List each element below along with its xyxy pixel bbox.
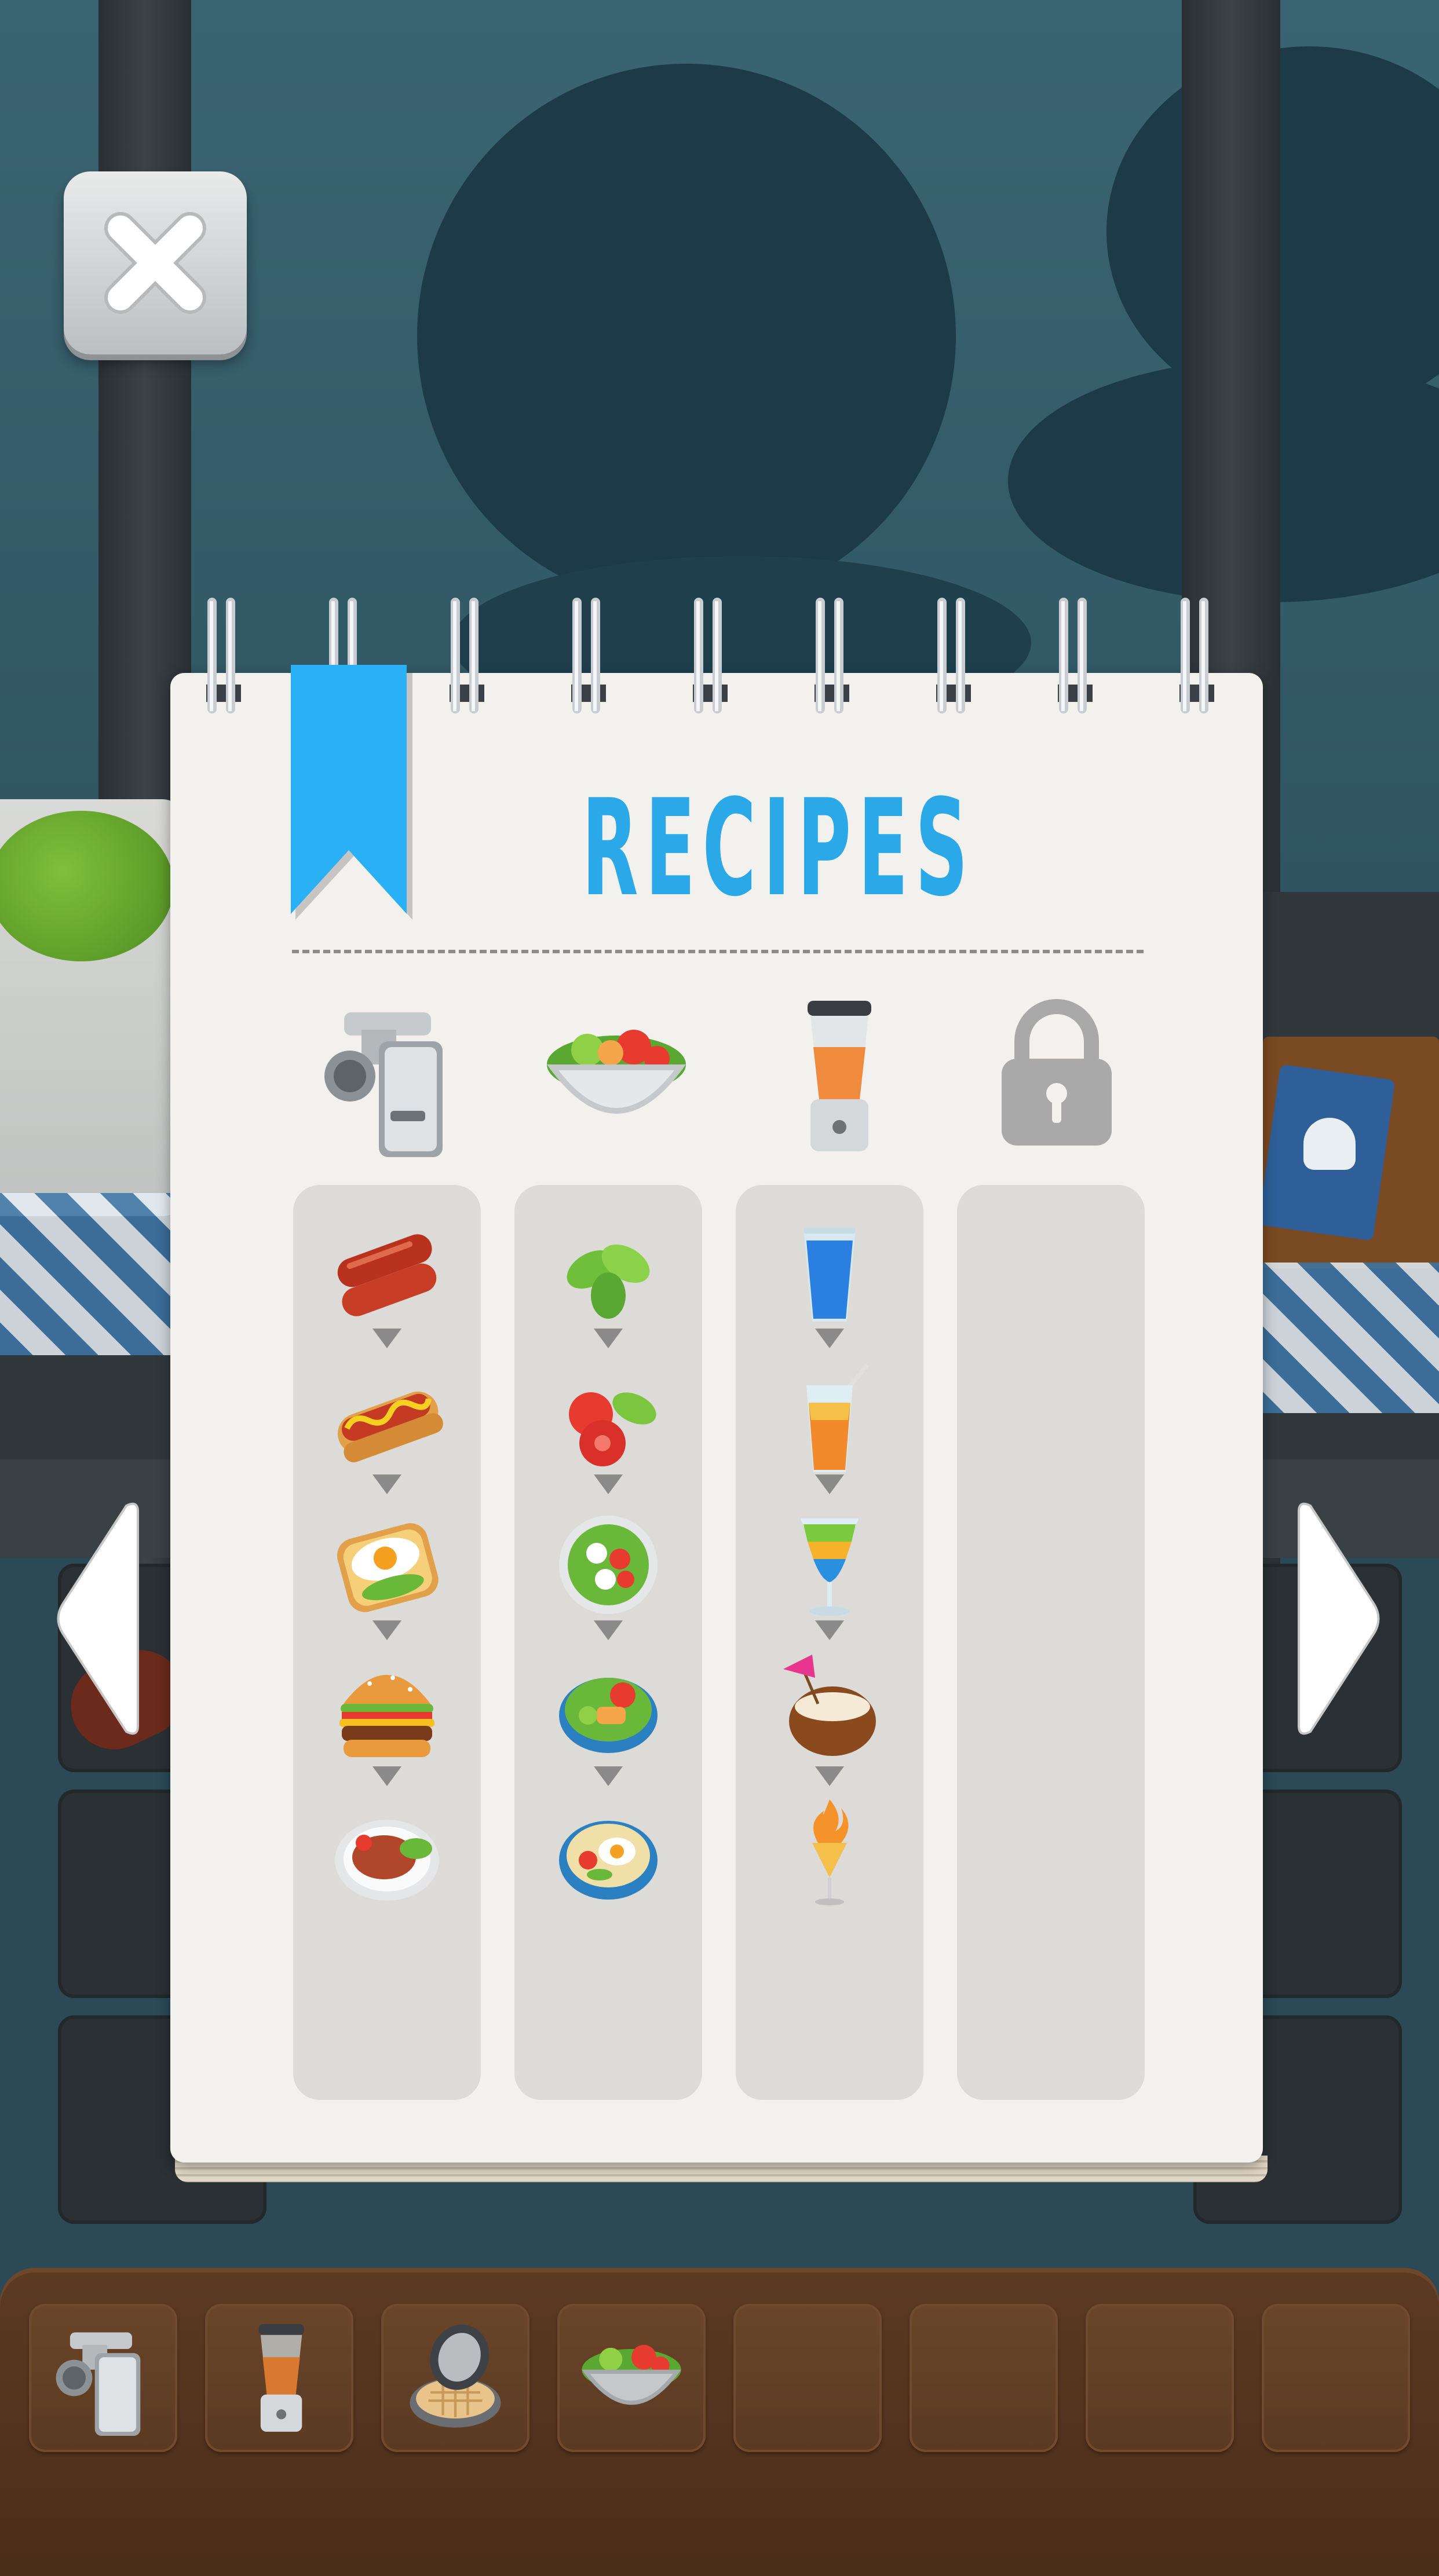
arrow-down-icon — [594, 1474, 623, 1494]
tray-slot-empty[interactable] — [1262, 2304, 1410, 2452]
recipe-column-locked — [957, 1185, 1145, 2100]
spiral-ring — [571, 598, 606, 713]
tray-slot-salad-bowl[interactable] — [557, 2304, 706, 2452]
salad-bowl-icon[interactable] — [535, 995, 697, 1157]
tray-slot-empty[interactable] — [733, 2304, 882, 2452]
spiral-ring — [1179, 598, 1214, 713]
spiral-ring — [450, 598, 484, 713]
arrow-down-icon — [372, 1474, 401, 1494]
waffle-maker-icon — [410, 2324, 501, 2428]
steak-plate-icon[interactable] — [329, 1796, 445, 1912]
close-button[interactable] — [64, 171, 247, 354]
spiral-ring — [815, 598, 849, 713]
arrow-down-icon — [372, 1329, 401, 1348]
tray-slot-waffle-maker[interactable] — [381, 2304, 529, 2452]
lock-icon — [1002, 999, 1112, 1146]
salad-bowl-icon[interactable] — [550, 1652, 666, 1768]
arrow-down-icon — [594, 1329, 623, 1348]
arrow-down-icon — [372, 1766, 401, 1786]
arrow-left-icon[interactable] — [51, 1500, 144, 1737]
arrow-down-icon — [594, 1620, 623, 1640]
sausages-icon[interactable] — [329, 1217, 445, 1333]
equipment-tray — [0, 2268, 1439, 2576]
meat-grinder-icon — [56, 2332, 141, 2436]
blender-icon — [258, 2324, 304, 2432]
blue-drink-icon[interactable] — [772, 1217, 887, 1333]
arrow-down-icon — [815, 1620, 844, 1640]
spiral-ring — [1058, 598, 1093, 713]
burger-icon[interactable] — [329, 1652, 445, 1768]
arrow-down-icon — [815, 1766, 844, 1786]
arrow-down-icon — [815, 1474, 844, 1494]
spiral-ring — [936, 598, 971, 713]
caprese-salad-icon[interactable] — [550, 1507, 666, 1623]
recipe-notebook: RECIPES — [170, 598, 1268, 2186]
arrow-down-icon — [815, 1329, 844, 1348]
close-x-icon — [104, 212, 206, 314]
blender-icon[interactable] — [755, 995, 918, 1157]
egg-toast-icon[interactable] — [329, 1507, 445, 1623]
bookmark-ribbon — [291, 665, 412, 920]
flaming-cocktail-icon[interactable] — [772, 1796, 887, 1912]
egg-salad-bowl-icon[interactable] — [550, 1796, 666, 1912]
tray-slot-empty[interactable] — [1086, 2304, 1234, 2452]
title-divider — [292, 950, 1144, 953]
spiral-ring — [206, 598, 241, 713]
basil-icon[interactable] — [550, 1217, 666, 1333]
salad-bowl-icon — [582, 2344, 681, 2405]
arrow-down-icon — [594, 1766, 623, 1786]
tray-slot-meat-grinder[interactable] — [29, 2304, 177, 2452]
arrow-right-icon[interactable] — [1293, 1500, 1386, 1737]
chef-hat-icon — [1303, 1118, 1356, 1170]
layered-cocktail-icon[interactable] — [772, 1507, 887, 1623]
tree-shape — [417, 64, 956, 608]
orange-juice-icon[interactable] — [772, 1362, 887, 1478]
spiral-ring — [693, 598, 728, 713]
tray-slot-empty[interactable] — [910, 2304, 1058, 2452]
arrow-down-icon — [372, 1620, 401, 1640]
hot-dog-icon[interactable] — [329, 1362, 445, 1478]
page-title: RECIPES — [582, 771, 975, 926]
tablecloth-decor — [0, 1193, 191, 1355]
tomato-basil-icon[interactable] — [550, 1362, 666, 1478]
tray-slot-blender[interactable] — [205, 2304, 353, 2452]
coconut-drink-icon[interactable] — [772, 1652, 887, 1768]
meat-grinder-icon[interactable] — [309, 995, 472, 1157]
tablecloth-decor — [1251, 1263, 1439, 1413]
